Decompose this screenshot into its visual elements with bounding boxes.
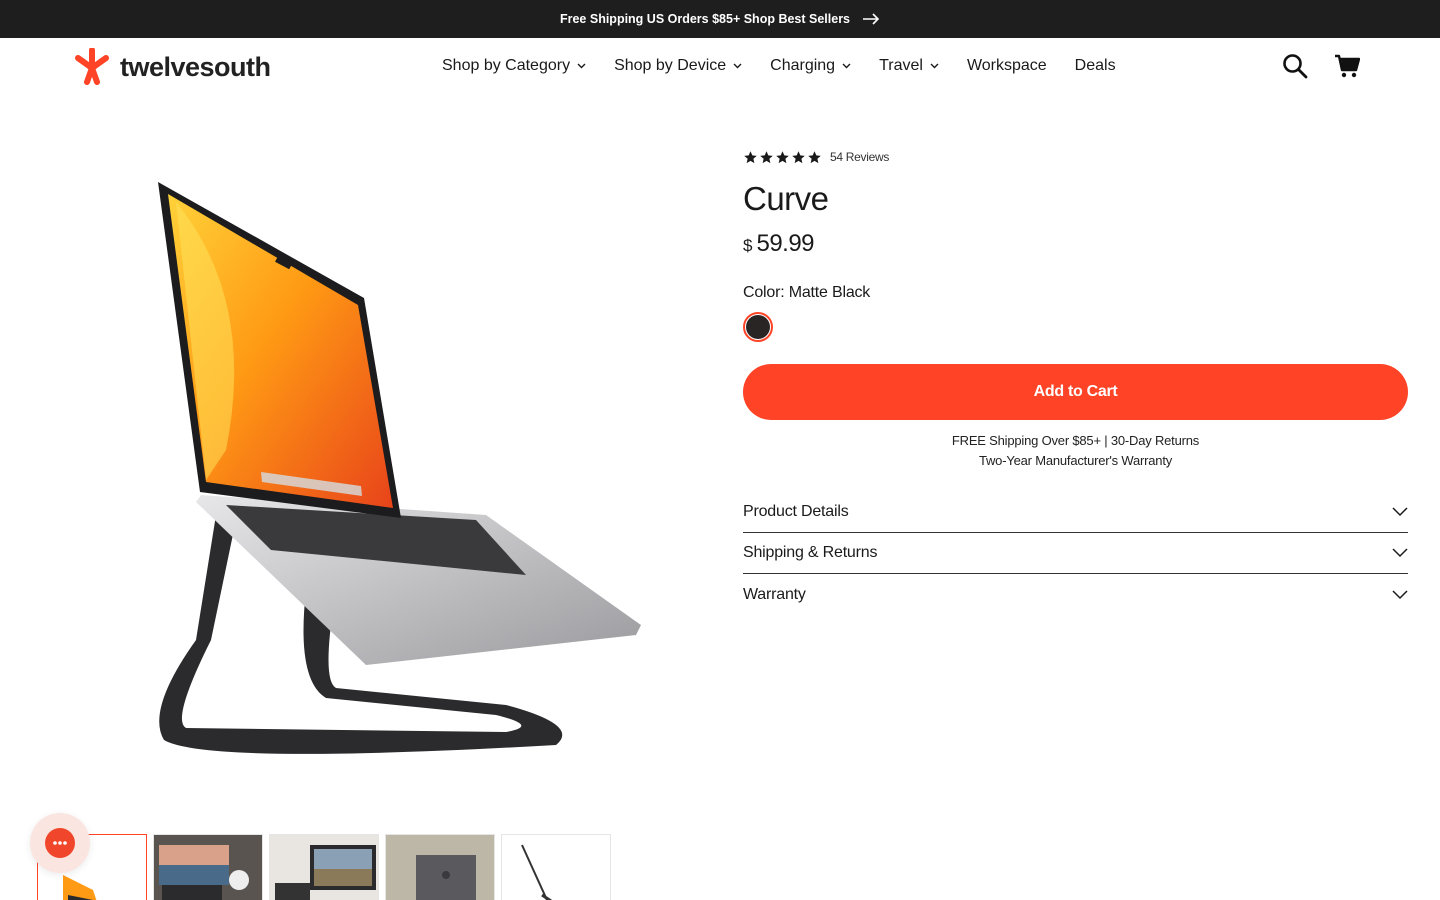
star-icon <box>792 150 805 163</box>
search-icon[interactable] <box>1282 53 1308 79</box>
shipping-line: FREE Shipping Over $85+ | 30-Day Returns <box>951 433 1200 448</box>
menu-item-shop-by-category[interactable]: Shop by Category <box>442 57 586 75</box>
accordion-label: Product Details <box>743 503 849 520</box>
menu-item-label: Deals <box>1074 57 1116 74</box>
product-price: $ 59.99 <box>743 230 1408 258</box>
star-icon <box>776 150 789 163</box>
accordion-warranty[interactable]: Warranty <box>743 574 1408 615</box>
laptop-stand-image <box>158 182 641 754</box>
chevron-down-icon <box>1392 548 1408 558</box>
main-menu: Shop by Category Shop by Device Charging… <box>442 57 1144 75</box>
chat-icon <box>45 828 75 858</box>
star-icon <box>744 150 757 163</box>
color-swatch[interactable] <box>743 312 773 342</box>
accordion-shipping-returns[interactable]: Shipping & Returns <box>743 533 1408 574</box>
announcement-bar[interactable]: Free Shipping US Orders $85+ Shop Best S… <box>0 0 1440 38</box>
rating[interactable]: 54 Reviews <box>743 146 1408 168</box>
chevron-down-icon <box>1392 507 1408 517</box>
reviews-count[interactable]: 54 Reviews <box>830 150 889 164</box>
warranty-line: Two-Year Manufacturer's Warranty <box>978 453 1173 468</box>
accordion-product-details[interactable]: Product Details <box>743 492 1408 533</box>
menu-item-label: Charging <box>770 57 836 74</box>
color-label: Color: Matte Black <box>743 284 871 301</box>
star-icon <box>808 150 821 163</box>
shipping-note: FREE Shipping Over $85+ | 30-Day Returns… <box>743 431 1408 471</box>
menu-item-travel[interactable]: Travel <box>879 57 939 75</box>
chevron-down-icon <box>1392 589 1408 599</box>
chevron-down-icon <box>930 63 939 69</box>
product-info: 54 Reviews Curve $ 59.99 Color: Matte Bl… <box>743 146 1408 615</box>
chevron-down-icon <box>842 63 851 69</box>
star-icon <box>760 150 773 163</box>
announcement-text[interactable]: Free Shipping US Orders $85+ Shop Best S… <box>560 12 850 26</box>
color-swatch-fill <box>746 315 770 339</box>
menu-item-workspace[interactable]: Workspace <box>967 57 1047 75</box>
thumbnail[interactable] <box>153 834 263 900</box>
chevron-down-icon <box>733 63 742 69</box>
main-header: twelvesouth Shop by Category Shop by Dev… <box>0 38 1440 98</box>
product-accordion: Product Details Shipping & Returns Warra… <box>743 492 1408 615</box>
menu-item-label: Travel <box>879 57 923 74</box>
thumbnail[interactable] <box>385 834 495 900</box>
price-currency: $ <box>743 236 753 255</box>
chevron-down-icon <box>577 63 586 69</box>
thumbnail-strip <box>37 834 611 900</box>
accordion-label: Warranty <box>743 585 806 603</box>
product-title: Curve <box>743 180 829 217</box>
logo-icon <box>75 48 109 85</box>
chat-button[interactable] <box>30 813 90 873</box>
star-rating <box>743 150 822 165</box>
menu-item-shop-by-device[interactable]: Shop by Device <box>614 57 742 75</box>
thumbnail[interactable] <box>269 834 379 900</box>
price-amount: 59.99 <box>756 230 815 257</box>
cart-icon[interactable] <box>1334 54 1360 78</box>
logo[interactable]: twelvesouth <box>70 48 271 86</box>
menu-item-charging[interactable]: Charging <box>770 57 851 75</box>
menu-item-deals[interactable]: Deals <box>1075 57 1116 75</box>
menu-item-label: Workspace <box>966 57 1047 74</box>
header-icons <box>1282 53 1360 79</box>
product-image <box>36 120 676 810</box>
logo-text: twelvesouth <box>120 51 271 82</box>
arrow-right-icon <box>863 13 880 25</box>
add-to-cart-button[interactable]: Add to Cart <box>743 364 1408 420</box>
menu-item-label: Shop by Category <box>442 57 571 74</box>
thumbnail[interactable] <box>501 834 611 900</box>
menu-item-label: Shop by Device <box>614 57 727 74</box>
accordion-label: Shipping & Returns <box>743 544 878 561</box>
